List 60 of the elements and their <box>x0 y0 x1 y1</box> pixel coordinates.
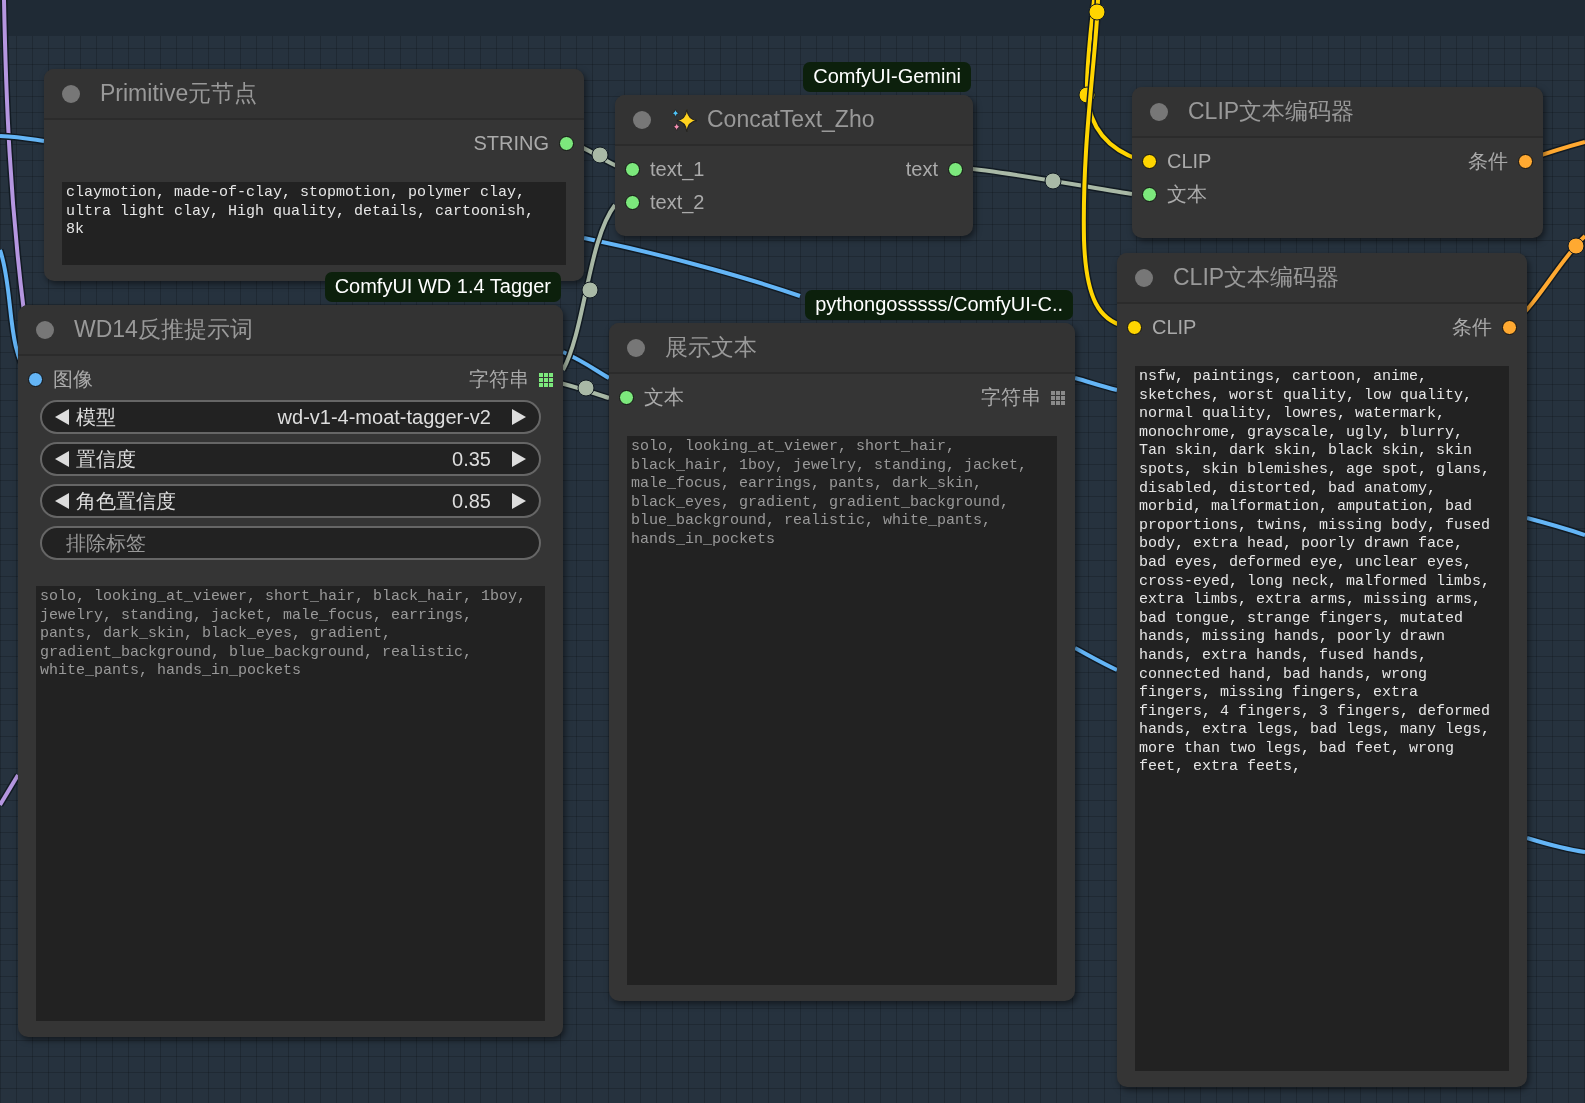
node-title: ConcatText_Zho <box>707 106 875 133</box>
text-widget[interactable]: 排除标签 <box>40 526 541 560</box>
collapse-dot-icon[interactable] <box>36 320 54 339</box>
node-badge: pythongosssss/ComfyUI-C.. <box>805 290 1073 320</box>
slot-dot[interactable] <box>619 390 634 405</box>
node-title: 展示文本 <box>665 333 757 362</box>
right-arrow-icon[interactable] <box>511 492 527 510</box>
output-label: 字符串 <box>981 385 1041 410</box>
node-title: WD14反推提示词 <box>74 315 253 344</box>
text-area[interactable]: claymotion, made-of-clay, stopmotion, polymer clay, ultra light clay, High quality, details, cartoonish, 8k <box>62 182 566 265</box>
right-arrow-icon[interactable] <box>511 408 527 426</box>
output-label: STRING <box>473 132 549 155</box>
left-arrow-icon[interactable] <box>54 408 70 426</box>
node-title: CLIP文本编码器 <box>1173 263 1340 292</box>
wire <box>1073 644 1119 674</box>
slot-dot[interactable] <box>1142 187 1157 202</box>
combo-widget[interactable]: 置信度 0.35 <box>40 442 541 476</box>
collapse-dot-icon[interactable] <box>1150 102 1168 121</box>
node-badge: ComfyUI-Gemini <box>803 62 971 92</box>
input-label: 图像 <box>53 367 93 392</box>
text-area[interactable]: solo, looking_at_viewer, short_hair, black_hair, 1boy, jewelry, standing, jacket, male_focus, earrings, pants, dark_skin, black_eyes, gradient, gradient_background, blue_background, realistic, white_pants, hands_in_pockets <box>36 586 545 1021</box>
text-area[interactable]: nsfw, paintings, cartoon, anime, sketches, worst quality, low quality, normal quality, lowres, watermark, monochrome, grayscale, ugly, blurry, Tan skin, dark skin, black skin, skin spots, skin blemishes, age spot, glans, disabled, distorted, bad anatomy, morbid, malformation, amputation, bad proportions, twins, missing body, fused body, extra head, poorly drawn face, bad eyes, deformed eye, unclear eyes, cross-eyed, long neck, malformed limbs, extra limbs, extra arms, missing arms, bad tongue, strange fingers, mutated hands, missing hands, poorly drawn hands, extra hands, fused hands, connected hand, bad hands, wrong fingers, missing fingers, extra fingers, 4 fingers, 3 fingers, deformed hands, extra legs, bad legs, many legs, more than two legs, bad feet, wrong feet, extra feets, <box>1135 366 1509 1071</box>
output-label: 字符串 <box>469 367 529 392</box>
output-label: 条件 <box>1452 315 1492 340</box>
text-area[interactable]: solo, looking_at_viewer, short_hair, black_hair, 1boy, jewelry, standing, jacket, male_focus, earrings, pants, dark_skin, black_eyes, gradient, gradient_background, blue_background, realistic, white_pants, hands_in_pockets <box>627 436 1057 985</box>
wire <box>1526 834 1585 856</box>
slot-dot[interactable] <box>625 195 640 210</box>
left-arrow-icon[interactable] <box>54 492 70 510</box>
slot-dot[interactable] <box>559 136 574 151</box>
combo-widget[interactable]: 模型 wd-v1-4-moat-tagger-v2 <box>40 400 541 434</box>
node-title: CLIP文本编码器 <box>1188 97 1355 126</box>
input-label: 文本 <box>1167 182 1207 207</box>
output-label: 条件 <box>1468 149 1508 174</box>
slot-dot[interactable] <box>1142 154 1157 169</box>
slot-dot[interactable] <box>28 372 43 387</box>
right-arrow-icon[interactable] <box>511 450 527 468</box>
input-label: text_1 <box>650 158 705 181</box>
grid-icon[interactable] <box>1051 390 1065 405</box>
slot-dot[interactable] <box>1127 320 1142 335</box>
slot-dot[interactable] <box>1502 320 1517 335</box>
input-label: CLIP <box>1152 316 1197 339</box>
slot-dot[interactable] <box>948 162 963 177</box>
left-arrow-icon[interactable] <box>54 450 70 468</box>
input-label: 文本 <box>644 385 684 410</box>
collapse-dot-icon[interactable] <box>1135 268 1153 287</box>
node-title: Primitive元节点 <box>100 79 258 108</box>
wire <box>1526 514 1585 539</box>
node-badge: ComfyUI WD 1.4 Tagger <box>324 272 561 302</box>
slot-dot[interactable] <box>1518 154 1533 169</box>
grid-icon[interactable] <box>539 372 553 387</box>
input-label: text_2 <box>650 191 705 214</box>
output-label: text <box>905 158 938 181</box>
collapse-dot-icon[interactable] <box>62 84 80 103</box>
combo-widget[interactable]: 角色置信度 0.85 <box>40 484 541 518</box>
collapse-dot-icon[interactable] <box>633 110 651 129</box>
wire <box>0 773 21 807</box>
wire <box>1074 374 1118 394</box>
slot-dot[interactable] <box>625 162 640 177</box>
input-label: CLIP <box>1167 150 1212 173</box>
collapse-dot-icon[interactable] <box>627 338 645 357</box>
